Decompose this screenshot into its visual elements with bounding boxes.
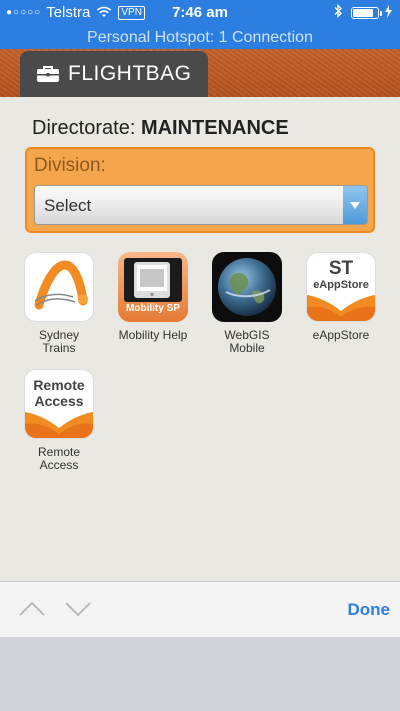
- division-label: Division:: [34, 155, 106, 176]
- app-label: eAppStore: [312, 328, 370, 342]
- directorate-label: Directorate:: [32, 117, 136, 139]
- app-remote-access[interactable]: Remote Access Remote Access: [24, 369, 94, 472]
- sydney-trains-logo: [24, 252, 94, 322]
- bluetooth-icon: [334, 3, 343, 21]
- eappstore-icon: ST eAppStore: [306, 252, 376, 322]
- app-title: FLIGHTBAG: [68, 62, 192, 85]
- directorate-heading: Directorate: MAINTENANCE: [32, 117, 289, 140]
- directorate-value: MAINTENANCE: [140, 117, 289, 139]
- app-eappstore[interactable]: ST eAppStore eAppStore: [306, 252, 376, 342]
- mobility-badge: Mobility SP: [126, 303, 180, 314]
- division-select[interactable]: Select: [34, 185, 368, 225]
- app-label: Sydney Trains: [38, 328, 80, 355]
- main-content: Directorate: MAINTENANCE Division: Selec…: [0, 97, 400, 581]
- keyboard-area: [0, 637, 400, 711]
- app-header: FLIGHTBAG: [0, 49, 400, 97]
- keyboard-accessory-bar: Done: [0, 581, 400, 638]
- app-label: Mobility Help: [118, 328, 188, 342]
- chevron-down-icon[interactable]: [64, 600, 92, 618]
- division-select-value: Select: [44, 196, 92, 215]
- app-label: WebGIS Mobile: [224, 328, 270, 355]
- briefcase-icon: [36, 65, 60, 83]
- globe-icon: [212, 252, 282, 322]
- division-panel: Division: Select: [25, 147, 375, 233]
- charging-icon: [385, 4, 392, 21]
- app-sydney-trains[interactable]: Sydney Trains: [24, 252, 94, 355]
- remote-access-icon: Remote Access: [24, 369, 94, 439]
- battery-icon: [351, 6, 382, 19]
- mobility-help-icon: Mobility SP: [118, 252, 188, 322]
- done-button[interactable]: Done: [348, 600, 391, 620]
- battery-level: [353, 8, 374, 17]
- status-bar: ●○○○○ Telstra VPN 7:46 am: [0, 0, 400, 27]
- hotspot-banner[interactable]: Personal Hotspot: 1 Connection: [0, 27, 400, 49]
- app-webgis-mobile[interactable]: WebGIS Mobile: [212, 252, 282, 355]
- chevron-down-icon[interactable]: [343, 186, 367, 224]
- app-mobility-help[interactable]: Mobility SP Mobility Help: [118, 252, 188, 342]
- app-title-tab[interactable]: FLIGHTBAG: [20, 51, 208, 97]
- app-label: Remote Access: [37, 445, 81, 472]
- chevron-up-icon[interactable]: [18, 600, 46, 618]
